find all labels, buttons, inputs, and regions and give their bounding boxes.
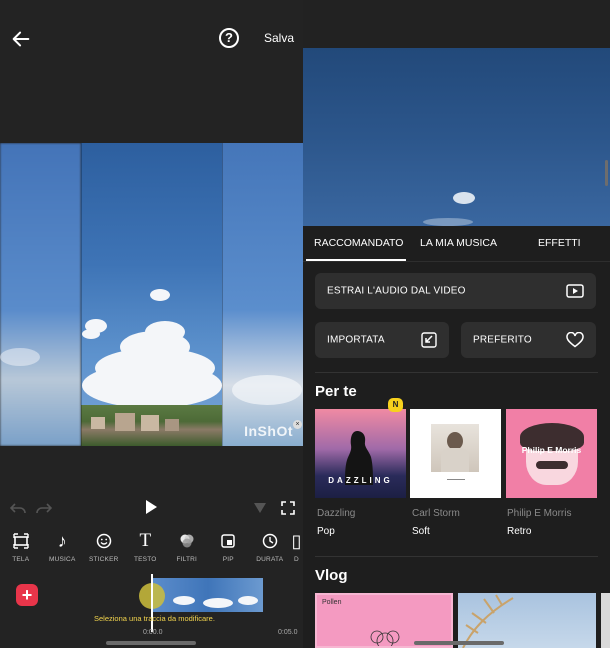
heart-icon — [566, 332, 584, 348]
editor-panel: ? Salva InShOt × TELA ♪ MUSICA STICKER T… — [0, 0, 303, 648]
music-tabs: RACCOMANDATO LA MIA MUSICA EFFETTI — [303, 226, 610, 262]
imported-button[interactable]: IMPORTATA — [315, 322, 449, 358]
timeline[interactable]: + Seleziona una traccia da modificare. 0… — [0, 574, 303, 648]
help-icon[interactable]: ? — [219, 28, 239, 48]
tool-label: D — [294, 556, 299, 563]
tool-pip[interactable]: PIP — [208, 530, 250, 572]
tool-filters[interactable]: FILTRI — [166, 530, 208, 572]
canvas-icon — [0, 530, 42, 552]
edit-toolbar: TELA ♪ MUSICA STICKER T TESTO FILTRI PIP… — [0, 530, 303, 572]
system-nav-handle[interactable] — [414, 641, 504, 645]
town-landscape — [81, 405, 222, 446]
favorite-label: PREFERITO — [473, 334, 532, 346]
blur-background-left — [0, 143, 81, 446]
extract-audio-label: ESTRAI L'AUDIO DAL VIDEO — [327, 285, 466, 297]
add-clip-button[interactable]: + — [16, 584, 38, 606]
video-clip-track[interactable] — [153, 578, 263, 612]
album-cover-text: Philip E Morris — [521, 445, 582, 455]
smiley-icon — [83, 530, 125, 552]
tool-music[interactable]: ♪ MUSICA — [42, 530, 84, 572]
tool-label: STICKER — [88, 556, 119, 563]
fullscreen-icon[interactable] — [281, 501, 295, 515]
tool-label: MUSICA — [49, 556, 76, 563]
tool-canvas[interactable]: TELA — [0, 530, 42, 572]
album-genre: Retro — [507, 526, 532, 537]
album-photo — [431, 424, 479, 472]
album-genre: Soft — [412, 526, 430, 537]
music-panel: RACCOMANDATO LA MIA MUSICA EFFETTI ESTRA… — [303, 0, 610, 648]
album-cover-text: DAZZLING — [328, 476, 393, 485]
vlog-card-3[interactable] — [601, 593, 610, 648]
editor-header: ? Salva — [0, 0, 303, 76]
divider — [315, 556, 598, 557]
redo-icon[interactable] — [36, 501, 52, 515]
tool-text[interactable]: T TESTO — [125, 530, 167, 572]
tab-my-music[interactable]: LA MIA MUSICA — [420, 237, 497, 249]
vlog-cover-text: Pollen — [322, 599, 342, 606]
album-name: Carl Storm — [412, 508, 460, 519]
album-genre: Pop — [317, 526, 335, 537]
import-icon — [421, 332, 437, 348]
watermark-text: InShOt — [244, 423, 293, 439]
favorite-button[interactable]: PREFERITO — [461, 322, 596, 358]
clock-icon — [249, 530, 291, 552]
section-title-for-you: Per te — [315, 383, 357, 400]
playhead[interactable] — [151, 574, 153, 632]
album-name: Philip E Morris — [507, 508, 572, 519]
tool-label: DURATA — [256, 556, 284, 563]
scrollbar[interactable] — [605, 160, 608, 186]
tool-label: TESTO — [133, 556, 157, 563]
more-icon: ▯ — [291, 530, 302, 551]
cloud — [453, 192, 475, 204]
remove-watermark-icon[interactable]: × — [293, 420, 302, 429]
album-name: Dazzling — [317, 508, 356, 519]
vlog-card-pollen[interactable]: Pollen — [315, 593, 453, 648]
imported-label: IMPORTATA — [327, 334, 385, 346]
playback-controls — [0, 495, 303, 523]
tool-label: FILTRI — [176, 556, 198, 563]
time-current: 0:00.0 — [143, 629, 163, 636]
undo-icon[interactable] — [10, 501, 26, 515]
timeline-hint: Seleziona una traccia da modificare. — [94, 614, 215, 623]
tab-effects[interactable]: EFFETTI — [538, 237, 581, 249]
extract-audio-button[interactable]: ESTRAI L'AUDIO DAL VIDEO — [315, 273, 596, 309]
time-end: 0:05.0 — [278, 629, 298, 636]
tool-label: PIP — [222, 556, 234, 563]
video-preview[interactable]: InShOt × — [0, 143, 303, 446]
system-nav-handle[interactable] — [106, 641, 196, 645]
tool-more[interactable]: ▯ D — [291, 530, 303, 572]
text-icon: T — [139, 530, 152, 551]
keyframe-icon[interactable] — [254, 503, 266, 513]
active-tab-indicator — [306, 259, 406, 261]
back-arrow-icon[interactable] — [10, 28, 32, 50]
tool-sticker[interactable]: STICKER — [83, 530, 125, 572]
album-cover-philip-e-morris[interactable]: Philip E Morris — [506, 409, 597, 498]
album-cover-dazzling[interactable]: DAZZLING — [315, 409, 406, 498]
vlog-card-2[interactable] — [458, 593, 596, 648]
section-title-vlog: Vlog — [315, 567, 348, 584]
divider — [315, 372, 598, 373]
tool-duration[interactable]: DURATA — [249, 530, 291, 572]
play-icon[interactable] — [146, 500, 157, 514]
album-cover-carl-storm[interactable] — [410, 409, 501, 498]
save-button[interactable]: Salva — [264, 31, 294, 45]
video-play-icon — [566, 284, 584, 298]
tool-label: TELA — [12, 556, 30, 563]
filter-icon — [166, 530, 208, 552]
tab-recommended[interactable]: RACCOMANDATO — [314, 237, 403, 249]
music-note-icon: ♪ — [57, 530, 67, 551]
video-preview-small — [303, 48, 610, 226]
top-bar — [303, 0, 610, 48]
pip-icon — [208, 530, 250, 552]
flower-sketch — [370, 630, 400, 646]
palm-leaves — [462, 594, 514, 648]
new-badge: N — [388, 398, 403, 412]
